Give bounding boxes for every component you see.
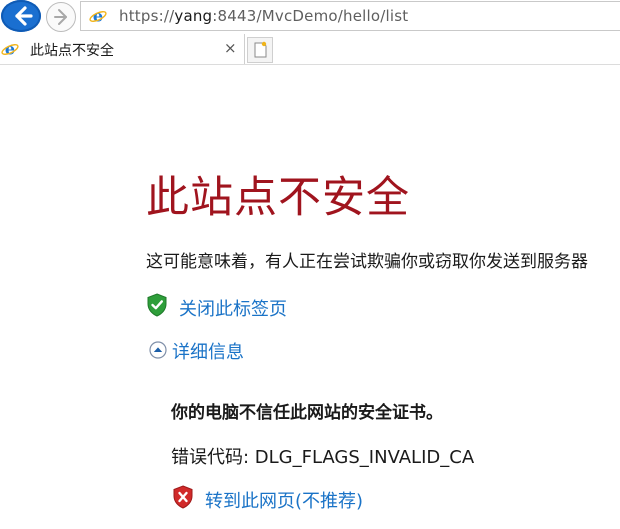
error-code-line: 错误代码: DLG_FLAGS_INVALID_CA	[171, 443, 474, 469]
error-code-label: 错误代码:	[171, 447, 255, 468]
close-tab-label: 关闭此标签页	[179, 299, 287, 320]
svg-text:e: e	[5, 40, 15, 58]
forward-arrow-icon	[54, 9, 67, 25]
address-bar-row: e https://yang:8443/MvcDemo/hello/list	[0, 0, 620, 34]
certificate-warning: 你的电脑不信任此网站的安全证书。	[171, 403, 443, 423]
page-title: 此站点不安全	[146, 173, 410, 223]
continue-to-site-link[interactable]: 转到此网页(不推荐)	[172, 485, 392, 513]
collapse-up-icon	[149, 341, 167, 359]
page-content: 此站点不安全 这可能意味着，有人正在尝试欺骗你或窃取你发送到服务器 关闭此标签页…	[0, 65, 620, 529]
new-tab-button[interactable]	[247, 37, 273, 63]
back-button[interactable]	[1, 0, 41, 32]
warning-description: 这可能意味着，有人正在尝试欺骗你或窃取你发送到服务器	[146, 252, 588, 272]
error-code-value: DLG_FLAGS_INVALID_CA	[254, 447, 475, 468]
forward-button[interactable]	[46, 2, 76, 32]
svg-text:e: e	[93, 7, 103, 25]
new-tab-icon	[254, 41, 267, 58]
tab-strip: e 此站点不安全 ×	[0, 34, 620, 65]
ie-logo-icon: e	[89, 7, 107, 25]
tab-ie-logo-icon: e	[1, 40, 19, 58]
tab-title: 此站点不安全	[30, 43, 114, 59]
tab-active[interactable]: e 此站点不安全 ×	[0, 34, 245, 64]
address-input[interactable]: e https://yang:8443/MvcDemo/hello/list	[80, 1, 620, 31]
tab-close-icon[interactable]: ×	[224, 39, 237, 57]
browser-window: e https://yang:8443/MvcDemo/hello/list e…	[0, 0, 620, 529]
back-arrow-icon	[15, 6, 33, 26]
green-shield-icon	[147, 293, 167, 317]
red-shield-icon	[173, 485, 193, 509]
details-label: 详细信息	[172, 342, 244, 363]
url-host: yang	[174, 7, 213, 25]
url-text: https://yang:8443/MvcDemo/hello/list	[119, 7, 409, 25]
close-tab-link[interactable]: 关闭此标签页	[146, 293, 346, 321]
details-toggle[interactable]: 详细信息	[146, 338, 286, 364]
continue-label: 转到此网页(不推荐)	[205, 491, 364, 512]
